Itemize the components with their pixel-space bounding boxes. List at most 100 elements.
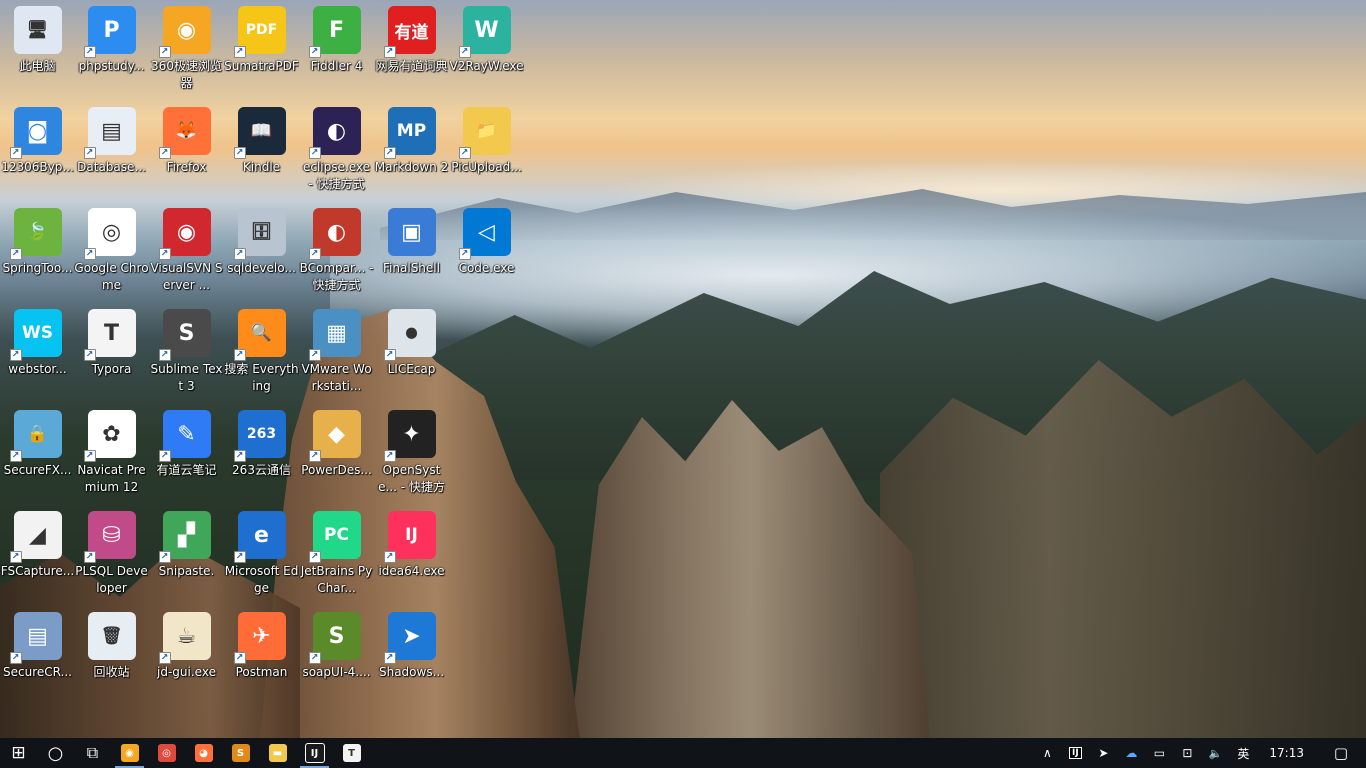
desktop-icon-v2rayw[interactable]: W ↗ V2RayW.exe [449, 0, 524, 96]
icon-glyph: PDF [245, 22, 278, 38]
desktop-icon-securefx[interactable]: 🔒 ↗ SecureFX... [0, 404, 75, 500]
desktop-icon-typora[interactable]: T ↗ Typora [74, 303, 149, 399]
tray-shadowsocks[interactable]: ➤ [1089, 738, 1117, 768]
firefox-icon: ◕ [194, 744, 213, 762]
taskbar-app-firefox[interactable]: ◕ [185, 738, 222, 768]
soapui-icon: S ↗ [308, 612, 361, 664]
shortcut-arrow-icon: ↗ [233, 652, 246, 664]
desktop-icon-everything[interactable]: 🔍 ↗ 搜索 Everything [224, 303, 299, 399]
desktop-icon-sumatrapdf[interactable]: PDF ↗ SumatraPDF [224, 0, 299, 96]
desktop-icon-edge[interactable]: e ↗ Microsoft Edge [224, 505, 299, 601]
desktop-icon-youdao-dict[interactable]: 有道 ↗ 网易有道词典 [374, 0, 449, 96]
tray-network[interactable]: ⊡ [1173, 738, 1201, 768]
shortcut-arrow-icon: ↗ [458, 248, 471, 260]
task-view-button[interactable]: ⧉ [74, 738, 111, 768]
shortcut-arrow-icon: ↗ [233, 450, 246, 462]
desktop-icon-navicat[interactable]: ✿ ↗ Navicat Premium 12 [74, 404, 149, 500]
shortcut-arrow-icon: ↗ [158, 147, 171, 159]
icon-glyph: 🔍 [250, 323, 273, 343]
desktop-icon-label: PLSQL Developer [75, 564, 148, 595]
shortcut-arrow-icon: ↗ [308, 248, 321, 260]
taskbar-app-sublime[interactable]: S [222, 738, 259, 768]
desktop-icon-fiddler[interactable]: F ↗ Fiddler 4 [299, 0, 374, 96]
taskbar: ⊞ ○ ⧉ ◉ ◎ ◕ S ▬ IJ T ∧ IJ ➤ ☁ ▭ ⊡ 🔈 英 17… [0, 738, 1366, 768]
desktop-icon-recycle-bin[interactable]: 🗑 回收站 [74, 606, 149, 702]
desktop-icon-263[interactable]: 263 ↗ 263云通信 [224, 404, 299, 500]
chevron-up-icon: ∧ [1043, 746, 1052, 760]
input-method-indicator[interactable]: 英 [1229, 738, 1257, 768]
tray-onedrive[interactable]: ☁ [1117, 738, 1145, 768]
action-center-button[interactable]: ▢ [1316, 738, 1366, 768]
wallpaper-mid-mountains [420, 271, 1366, 480]
desktop-icon-finalshell[interactable]: ▣ FinalShell [374, 202, 449, 298]
desktop-icon-computer[interactable]: 🖥 此电脑 [0, 0, 75, 96]
desktop-icon-label: jd-gui.exe [157, 665, 216, 679]
clock[interactable]: 17:13 [1257, 746, 1316, 760]
intellij-tray-icon: IJ [1069, 747, 1082, 759]
desktop[interactable]: 🖥 此电脑 P ↗ phpstudy... ◉ ↗ 360极速浏览器 PDF ↗ SumatraPD… [0, 0, 1366, 738]
desktop-icon-plsql[interactable]: ⛁ ↗ PLSQL Developer [74, 505, 149, 601]
desktop-icon-shadowsocks[interactable]: ➤ ↗ Shadows... [374, 606, 449, 702]
desktop-icon-label: 263云通信 [232, 463, 291, 477]
desktop-icon-chrome[interactable]: ◎ ↗ Google Chrome [74, 202, 149, 298]
desktop-icon-firefox[interactable]: 🦊 ↗ Firefox [149, 101, 224, 197]
shortcut-arrow-icon: ↗ [383, 147, 396, 159]
desktop-icon-intellij[interactable]: IJ ↗ idea64.exe [374, 505, 449, 601]
desktop-icon-jdgui[interactable]: ☕ ↗ jd-gui.exe [149, 606, 224, 702]
desktop-icon-pycharm[interactable]: PC ↗ JetBrains PyChar... [299, 505, 374, 601]
jdgui-icon: ☕ ↗ [158, 612, 211, 664]
desktop-icon-soapui[interactable]: S ↗ soapUI-4.... [299, 606, 374, 702]
shortcut-arrow-icon: ↗ [233, 46, 246, 58]
firefox-icon: 🦊 ↗ [158, 107, 211, 159]
desktop-icon-phpstudy[interactable]: P ↗ phpstudy... [74, 0, 149, 96]
desktop-icon-youdao-note[interactable]: ✎ ↗ 有道云笔记 [149, 404, 224, 500]
tray-battery[interactable]: ▭ [1145, 738, 1173, 768]
desktop-icon-webstorm[interactable]: WS ↗ webstor... [0, 303, 75, 399]
taskbar-app-typora[interactable]: T [333, 738, 370, 768]
desktop-icon-360-browser[interactable]: ◉ ↗ 360极速浏览器 [149, 0, 224, 96]
navicat-icon: ✿ ↗ [83, 410, 136, 462]
fiddler-icon: F ↗ [308, 6, 361, 58]
desktop-icon-folder[interactable]: 📁 ↗ PicUpload... [449, 101, 524, 197]
desktop-icon-beyondcompare[interactable]: ◐ ↗ BCompar... - 快捷方式 [299, 202, 374, 298]
desktop-icon-springtool[interactable]: 🍃 ↗ SpringToo... [0, 202, 75, 298]
desktop-icon-sublime[interactable]: S ↗ Sublime Text 3 [149, 303, 224, 399]
desktop-icon-markdownpad[interactable]: MP ↗ Markdown 2 [374, 101, 449, 197]
desktop-icon-snipaste[interactable]: ▞ ↗ Snipaste. [149, 505, 224, 601]
icon-glyph: ➤ [402, 623, 421, 649]
desktop-icon-visualsvn[interactable]: ◉ ↗ VisualSVN Server ... [149, 202, 224, 298]
show-hidden-icons-button[interactable]: ∧ [1033, 738, 1061, 768]
taskbar-app-360-browser[interactable]: ◉ [111, 738, 148, 768]
shortcut-arrow-icon: ↗ [83, 551, 96, 563]
icon-glyph: ◉ [176, 219, 197, 245]
search-button[interactable]: ○ [37, 738, 74, 768]
desktop-icon-label: Database... [77, 160, 146, 174]
desktop-icon-postman[interactable]: ✈ ↗ Postman [224, 606, 299, 702]
desktop-icon-kindle[interactable]: 📖 ↗ Kindle [224, 101, 299, 197]
notification-icon: ▢ [1333, 744, 1349, 762]
tray-intellij[interactable]: IJ [1061, 738, 1089, 768]
desktop-icon-sqldeveloper[interactable]: 🗄 ↗ sqldevelo... [224, 202, 299, 298]
icon-glyph: 🍃 [26, 222, 49, 242]
desktop-icon-vscode[interactable]: ◁ ↗ Code.exe [449, 202, 524, 298]
shortcut-arrow-icon: ↗ [83, 147, 96, 159]
tray-volume[interactable]: 🔈 [1201, 738, 1229, 768]
desktop-icon-securecrt[interactable]: ▤ ↗ SecureCR... [0, 606, 75, 702]
chrome-icon: ◎ ↗ [83, 208, 136, 260]
desktop-icon-opensystem[interactable]: ✦↗OpenSyste... - 快捷方式 [374, 404, 449, 500]
taskbar-app-chrome[interactable]: ◎ [148, 738, 185, 768]
beyondcompare-icon: ◐ ↗ [308, 208, 361, 260]
icon-glyph: WS [22, 323, 53, 343]
desktop-icon-powerdesigner[interactable]: ◆ ↗ PowerDes... [299, 404, 374, 500]
taskbar-app-intellij[interactable]: IJ [296, 738, 333, 768]
desktop-icon-database[interactable]: ▤ ↗ Database... [74, 101, 149, 197]
taskbar-app-file-explorer[interactable]: ▬ [259, 738, 296, 768]
desktop-icon-eclipse[interactable]: ◐ ↗ eclipse.exe - 快捷方式 [299, 101, 374, 197]
desktop-icon-vmware[interactable]: ▦ ↗ VMware Workstati... [299, 303, 374, 399]
start-button[interactable]: ⊞ [0, 738, 37, 768]
desktop-icon-12306[interactable]: ◙ ↗ 12306Byp... [0, 101, 75, 197]
shortcut-arrow-icon: ↗ [458, 46, 471, 58]
shortcut-arrow-icon: ↗ [83, 349, 96, 361]
desktop-icon-fscapture[interactable]: ◢ ↗ FSCapture... [0, 505, 75, 601]
desktop-icon-licecap[interactable]: ⏺ ↗ LICEcap [374, 303, 449, 399]
